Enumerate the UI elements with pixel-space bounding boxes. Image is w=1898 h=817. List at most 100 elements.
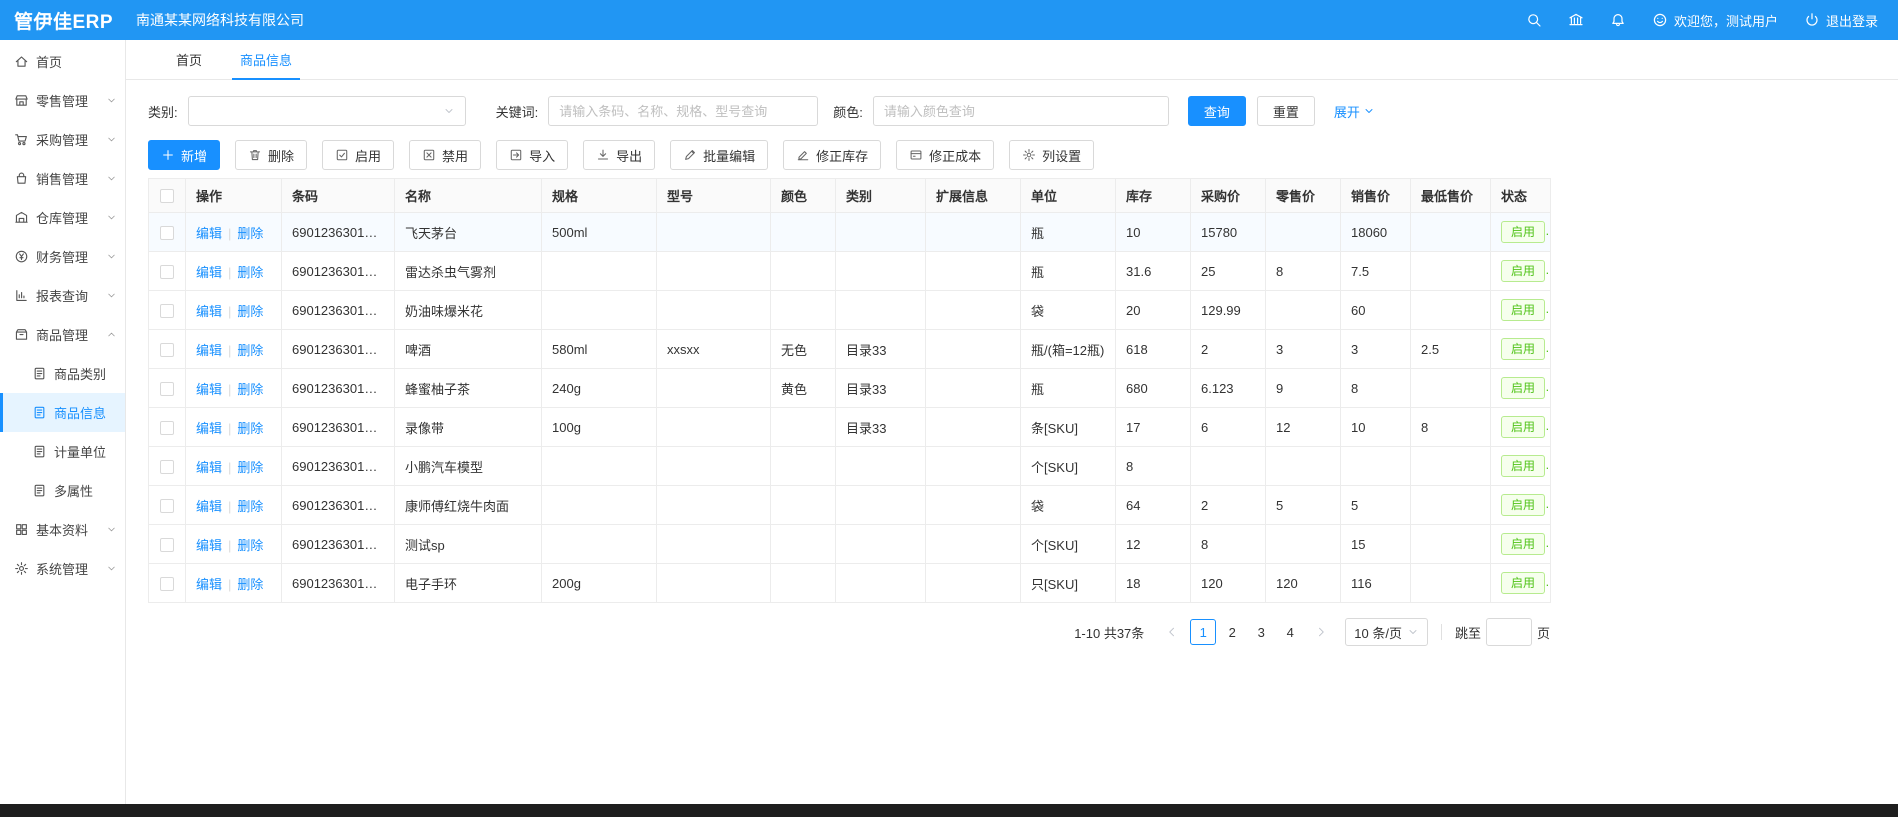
next-page-button[interactable] [1308,619,1334,645]
bank-icon[interactable] [1568,12,1584,28]
cell-status: 启用 [1491,486,1551,525]
edit-link[interactable]: 编辑 [196,382,222,397]
delete-link[interactable]: 删除 [237,343,263,358]
expand-link[interactable]: 展开 [1334,102,1375,121]
sidebar-item-report[interactable]: 报表查询 [0,276,125,315]
doc-icon [32,405,47,420]
row-checkbox[interactable] [160,577,174,591]
edit-link[interactable]: 编辑 [196,421,222,436]
sidebar-subitem-measure-unit[interactable]: 计量单位 [0,432,125,471]
welcome-user[interactable]: 欢迎您，测试用户 [1652,11,1778,30]
toolbar-export-button[interactable]: 导出 [583,140,655,170]
edit-link[interactable]: 编辑 [196,460,222,475]
cell-spec: 200g [542,564,657,603]
row-actions: 编辑|删除 [186,564,282,603]
sidebar-item-finance[interactable]: 财务管理 [0,237,125,276]
topbar-actions: 欢迎您，测试用户 退出登录 [1526,11,1898,30]
page-button-4[interactable]: 4 [1277,619,1303,645]
divider: | [228,538,231,553]
sidebar-item-warehouse[interactable]: 仓库管理 [0,198,125,237]
table-row: 编辑|删除6901236301337蜂蜜柚子茶240g黄色目录33瓶6806.1… [149,369,1551,408]
cell-spec: 240g [542,369,657,408]
delete-link[interactable]: 删除 [237,382,263,397]
cell-sale_price: 7.5 [1341,252,1411,291]
sidebar-item-sales[interactable]: 销售管理 [0,159,125,198]
tab-home[interactable]: 首页 [160,40,218,79]
delete-link[interactable]: 删除 [237,265,263,280]
toolbar-fix-stock-button[interactable]: 修正库存 [783,140,881,170]
edit-link[interactable]: 编辑 [196,304,222,319]
sidebar-item-label: 商品管理 [36,325,106,344]
cell-category: 目录33 [836,408,926,447]
column-header-13: 最低售价 [1411,179,1491,213]
edit-link[interactable]: 编辑 [196,499,222,514]
toolbar-import-button[interactable]: 导入 [496,140,568,170]
cell-retail_price [1266,447,1341,486]
row-checkbox[interactable] [160,226,174,240]
row-checkbox[interactable] [160,304,174,318]
table-row: 编辑|删除6901236301340奶油味爆米花袋20129.9960启用 [149,291,1551,330]
toolbar-batch-edit-button[interactable]: 批量编辑 [670,140,768,170]
row-checkbox[interactable] [160,265,174,279]
sidebar-item-basic-data[interactable]: 基本资料 [0,510,125,549]
toolbar-delete-button[interactable]: 删除 [235,140,307,170]
edit-link[interactable]: 编辑 [196,538,222,553]
delete-link[interactable]: 删除 [237,226,263,241]
sidebar-item-home[interactable]: 首页 [0,42,125,81]
edit-link[interactable]: 编辑 [196,265,222,280]
sidebar-item-goods[interactable]: 商品管理 [0,315,125,354]
row-checkbox[interactable] [160,343,174,357]
sidebar-item-system[interactable]: 系统管理 [0,549,125,588]
cell-spec [542,525,657,564]
search-button[interactable]: 查询 [1188,96,1246,126]
delete-link[interactable]: 删除 [237,460,263,475]
bell-icon[interactable] [1610,12,1626,28]
search-icon[interactable] [1526,12,1542,28]
page-button-1[interactable]: 1 [1190,619,1216,645]
row-checkbox[interactable] [160,382,174,396]
reset-button[interactable]: 重置 [1257,96,1315,126]
page-button-3[interactable]: 3 [1248,619,1274,645]
sidebar-item-purchase[interactable]: 采购管理 [0,120,125,159]
logout-button[interactable]: 退出登录 [1804,11,1878,30]
delete-link[interactable]: 删除 [237,421,263,436]
toolbar-column-settings-button[interactable]: 列设置 [1009,140,1094,170]
page-size-select[interactable]: 10 条/页 [1345,618,1428,646]
sidebar-subitem-label: 多属性 [54,481,117,500]
delete-link[interactable]: 删除 [237,499,263,514]
sidebar-subitem-goods-category[interactable]: 商品类别 [0,354,125,393]
toolbar-enable-button[interactable]: 启用 [322,140,394,170]
cell-category: 目录33 [836,369,926,408]
sidebar-subitem-goods-info[interactable]: 商品信息 [0,393,125,432]
toolbar-disable-button[interactable]: 禁用 [409,140,481,170]
row-checkbox[interactable] [160,538,174,552]
select-all-checkbox[interactable] [160,189,174,203]
category-select[interactable] [188,96,466,126]
toolbar-add-button[interactable]: 新增 [148,140,220,170]
color-input[interactable] [873,96,1169,126]
keyword-input[interactable] [548,96,818,126]
page-button-2[interactable]: 2 [1219,619,1245,645]
delete-link[interactable]: 删除 [237,577,263,592]
status-badge: 启用 [1501,260,1545,282]
jump-page-input[interactable] [1486,618,1532,646]
sidebar-item-retail[interactable]: 零售管理 [0,81,125,120]
edit-link[interactable]: 编辑 [196,226,222,241]
cell-stock: 10 [1116,213,1191,252]
cell-ext [926,291,1021,330]
toolbar-button-label: 批量编辑 [703,146,755,165]
sidebar-subitem-multi-attribute[interactable]: 多属性 [0,471,125,510]
row-actions: 编辑|删除 [186,486,282,525]
cell-ext [926,330,1021,369]
column-header-6: 类别 [836,179,926,213]
row-checkbox[interactable] [160,421,174,435]
row-checkbox[interactable] [160,460,174,474]
edit-link[interactable]: 编辑 [196,577,222,592]
toolbar-fix-cost-button[interactable]: 修正成本 [896,140,994,170]
prev-page-button[interactable] [1159,619,1185,645]
row-checkbox[interactable] [160,499,174,513]
delete-link[interactable]: 删除 [237,304,263,319]
tab-goods-info[interactable]: 商品信息 [224,40,308,79]
delete-link[interactable]: 删除 [237,538,263,553]
edit-link[interactable]: 编辑 [196,343,222,358]
